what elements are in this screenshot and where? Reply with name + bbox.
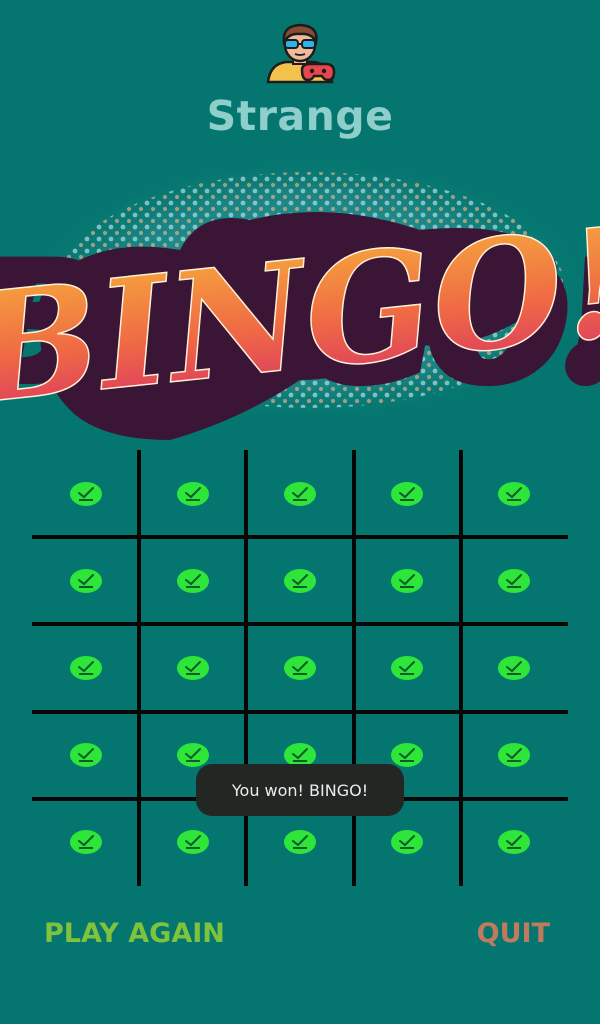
board-cell[interactable] xyxy=(139,537,246,624)
checkmark-circle-icon xyxy=(176,481,209,506)
checkmark-circle-icon xyxy=(176,743,209,768)
checkmark-circle-icon xyxy=(498,743,531,768)
checkmark-circle-icon xyxy=(69,743,102,768)
checkmark-circle-icon xyxy=(69,568,102,593)
play-again-button[interactable]: PLAY AGAIN xyxy=(44,918,225,949)
checkmark-circle-icon xyxy=(283,830,316,855)
checkmark-circle-icon xyxy=(391,743,424,768)
bingo-logo: BINGO! BINGO! xyxy=(0,140,600,460)
board-cell[interactable] xyxy=(139,450,246,537)
board-cell[interactable] xyxy=(32,624,139,711)
checkmark-circle-icon xyxy=(69,655,102,680)
grid-line-vertical xyxy=(137,450,142,886)
win-toast: You won! BINGO! xyxy=(196,764,404,816)
toast-message: You won! BINGO! xyxy=(231,780,369,800)
board-cell[interactable] xyxy=(354,450,461,537)
checkmark-circle-icon xyxy=(283,655,316,680)
board-cell[interactable] xyxy=(32,537,139,624)
checkmark-circle-icon xyxy=(498,830,531,855)
grid-line-vertical xyxy=(351,450,356,886)
board-cell[interactable] xyxy=(32,712,139,799)
checkmark-circle-icon xyxy=(391,655,424,680)
grid-line-horizontal xyxy=(32,535,568,540)
quit-button[interactable]: QUIT xyxy=(477,918,550,949)
checkmark-circle-icon xyxy=(498,481,531,506)
player-name: Strange xyxy=(206,92,394,140)
board-cell[interactable] xyxy=(32,799,139,886)
checkmark-circle-icon xyxy=(498,568,531,593)
board-cell[interactable] xyxy=(461,450,568,537)
gamer-avatar-icon xyxy=(266,23,336,84)
checkmark-circle-icon xyxy=(176,655,209,680)
checkmark-circle-icon xyxy=(391,568,424,593)
player-avatar xyxy=(262,22,338,84)
board-cell[interactable] xyxy=(139,624,246,711)
checkmark-circle-icon xyxy=(283,568,316,593)
board-cell[interactable] xyxy=(32,450,139,537)
checkmark-circle-icon xyxy=(391,830,424,855)
checkmark-circle-icon xyxy=(176,568,209,593)
checkmark-circle-icon xyxy=(391,481,424,506)
board-cell[interactable] xyxy=(461,712,568,799)
board-cell[interactable] xyxy=(354,537,461,624)
grid-line-horizontal xyxy=(32,709,568,714)
board-cell[interactable] xyxy=(461,799,568,886)
bingo-board xyxy=(32,450,568,886)
board-cell[interactable] xyxy=(246,450,353,537)
checkmark-circle-icon xyxy=(69,830,102,855)
board-cell[interactable] xyxy=(246,624,353,711)
grid-line-horizontal xyxy=(32,622,568,627)
board-cell[interactable] xyxy=(461,537,568,624)
grid-line-vertical xyxy=(244,450,249,886)
checkmark-circle-icon xyxy=(283,481,316,506)
checkmark-circle-icon xyxy=(498,655,531,680)
checkmark-circle-icon xyxy=(176,830,209,855)
checkmark-circle-icon xyxy=(69,481,102,506)
board-cell[interactable] xyxy=(461,624,568,711)
board-cell[interactable] xyxy=(246,537,353,624)
grid-line-vertical xyxy=(458,450,463,886)
board-cell[interactable] xyxy=(354,624,461,711)
